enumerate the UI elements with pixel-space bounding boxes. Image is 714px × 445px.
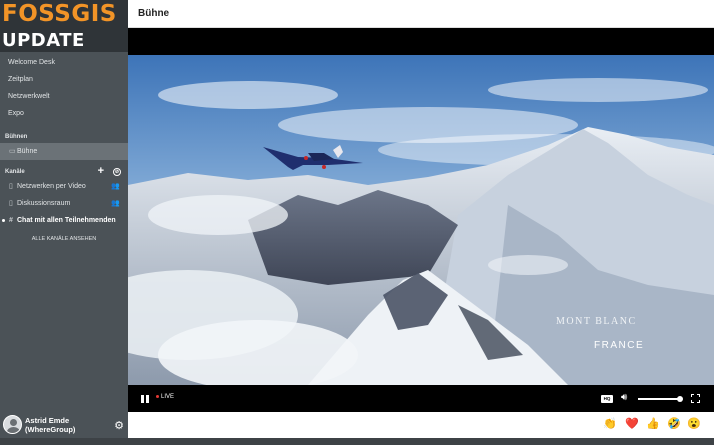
fullscreen-corner [691, 394, 694, 397]
fullscreen-corner [697, 400, 700, 403]
main-content: Bühne MONT BLANC FRANCE LIVE HQ 🔊︎ 👏 ❤️ … [128, 0, 714, 438]
thumbs-up-reaction-button[interactable]: 👍 [646, 417, 660, 430]
hash-icon: # [9, 217, 13, 224]
sidebar-item-buehne[interactable]: ▭Bühne [0, 143, 128, 160]
user-name-line2: (WhereGroup) [25, 425, 76, 434]
fossgis-logo[interactable]: FOSSGIS UPDATE 2021 [0, 0, 128, 52]
overlay-country-label: FRANCE [594, 340, 645, 351]
pause-bar-left [141, 395, 144, 403]
volume-icon[interactable]: 🔊︎ [621, 392, 627, 403]
avatar-head [10, 419, 17, 426]
laugh-reaction-button[interactable]: 🤣 [667, 417, 681, 430]
reactions-bar: 👏 ❤️ 👍 🤣 😮 [128, 412, 714, 438]
os-taskbar [0, 438, 714, 445]
overlay-place-label: MONT BLANC [556, 316, 637, 327]
avatar[interactable] [3, 415, 22, 434]
fullscreen-icon[interactable] [691, 394, 700, 403]
gear-icon[interactable]: ⚙ [114, 419, 124, 432]
room-label: Netzwerken per Video [17, 183, 86, 190]
video-player[interactable]: MONT BLANC FRANCE LIVE HQ 🔊︎ [128, 28, 714, 412]
video-frame[interactable]: MONT BLANC FRANCE [128, 55, 714, 385]
logo-line1: FOSSGIS [2, 1, 117, 27]
avatar-body [7, 427, 20, 433]
sidebar-item-diskussionsraum[interactable]: ▯ Diskussionsraum 👥 [0, 195, 128, 212]
heart-reaction-button[interactable]: ❤️ [625, 417, 639, 430]
wow-reaction-button[interactable]: 😮 [687, 417, 701, 430]
user-name-line1: Astrid Emde [25, 416, 70, 425]
clap-reaction-button[interactable]: 👏 [603, 417, 617, 430]
sidebar: FOSSGIS UPDATE 2021 Welcome Desk Zeitpla… [0, 0, 128, 438]
room-label: Bühne [17, 148, 38, 155]
sidebar-item-netzwerken-per-video[interactable]: ▯ Netzwerken per Video 👥 [0, 178, 128, 195]
user-name: Astrid Emde (WhereGroup) [25, 416, 75, 434]
people-icon: 👥 [111, 200, 120, 207]
volume-knob[interactable] [676, 396, 683, 402]
sidebar-item-zeitplan[interactable]: Zeitplan [0, 71, 128, 88]
user-profile[interactable]: Astrid Emde (WhereGroup) ⚙ [0, 412, 128, 438]
people-icon: 👥 [111, 183, 120, 190]
room-label: Diskussionsraum [17, 200, 71, 207]
screen-icon: ▭ [9, 148, 16, 155]
channels-section-header: Kanäle + ⊘ [0, 165, 128, 178]
live-label: LIVE [161, 394, 175, 400]
logo-update: UPDATE [2, 30, 85, 51]
app-window: FOSSGIS UPDATE 2021 Welcome Desk Zeitpla… [0, 0, 714, 445]
explore-channels-icon[interactable]: ⊘ [113, 168, 121, 176]
video-scene [128, 55, 714, 385]
unread-dot [2, 219, 5, 222]
room-label: Chat mit allen Teilnehmenden [17, 217, 116, 224]
room-header: Bühne [128, 0, 714, 28]
live-indicator: LIVE [156, 394, 174, 400]
volume-fill [638, 398, 680, 400]
pause-button[interactable] [141, 395, 149, 403]
volume-slider[interactable] [638, 396, 683, 402]
sidebar-item-welcome-desk[interactable]: Welcome Desk [0, 54, 128, 71]
all-channels-link[interactable]: ALLE KANÄLE ANSEHEN [0, 231, 128, 247]
add-channel-icon[interactable]: + [98, 165, 104, 177]
logo-line2: UPDATE 2021 [2, 30, 128, 52]
fullscreen-corner [697, 394, 700, 397]
sidebar-nav: Welcome Desk Zeitplan Netzwerkwelt Expo … [0, 54, 128, 247]
page-title: Bühne [138, 8, 170, 19]
sidebar-item-expo[interactable]: Expo [0, 105, 128, 122]
player-controls: LIVE HQ 🔊︎ [128, 385, 714, 412]
stages-section-title: Bühnen [5, 134, 28, 140]
pause-bar-right [146, 395, 149, 403]
video-room-icon: ▯ [9, 200, 13, 207]
fullscreen-corner [691, 400, 694, 403]
video-room-icon: ▯ [9, 183, 13, 190]
live-dot [156, 394, 159, 398]
sidebar-item-chat-all[interactable]: # Chat mit allen Teilnehmenden [0, 212, 128, 229]
channels-section-title: Kanäle [5, 169, 25, 175]
sidebar-item-netzwerkwelt[interactable]: Netzwerkwelt [0, 88, 128, 105]
quality-button[interactable]: HQ [601, 395, 613, 403]
